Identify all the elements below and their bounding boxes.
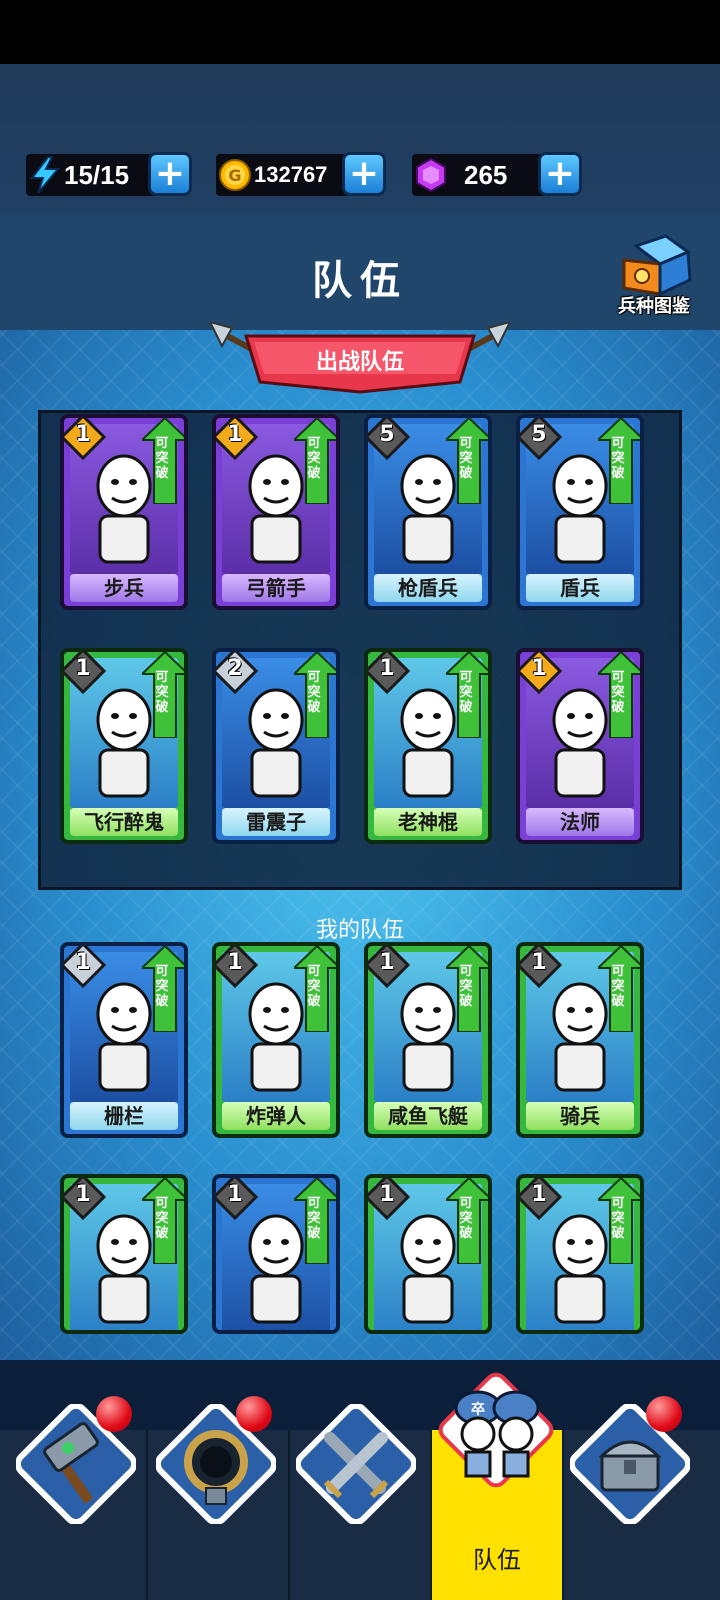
level-number: 1 xyxy=(531,656,547,681)
upgrade-tag: 可突破 xyxy=(459,436,473,481)
upgrade-tag: 可突破 xyxy=(307,670,321,715)
level-number: 2 xyxy=(227,656,243,681)
upgrade-tag: 可突破 xyxy=(307,436,321,481)
unit-card[interactable]: 可突破 1 骑兵 xyxy=(516,942,644,1138)
upgrade-tag: 可突破 xyxy=(459,964,473,1009)
level-number: 5 xyxy=(379,422,395,447)
nav-label-team: 队伍 xyxy=(473,1546,521,1574)
level-number: 5 xyxy=(531,422,547,447)
upgrade-tag: 可突破 xyxy=(459,1196,473,1241)
unit-card[interactable]: 可突破 5 枪盾兵 xyxy=(364,414,492,610)
nav-divider xyxy=(562,1430,564,1600)
nav-item-battle[interactable] xyxy=(294,1402,418,1526)
upgrade-tag: 可突破 xyxy=(155,964,169,1009)
unit-card[interactable]: 可突破 2 雷震子 xyxy=(212,648,340,844)
unit-card[interactable]: 可突破 1 老神棍 xyxy=(364,648,492,844)
notification-dot xyxy=(96,1396,132,1432)
unit-name: 老神棍 xyxy=(374,808,482,836)
unit-name: 咸鱼飞艇 xyxy=(374,1102,482,1130)
battle-team-title: 出战队伍 xyxy=(315,350,404,375)
unit-name: 步兵 xyxy=(70,574,178,602)
svg-text:卒: 卒 xyxy=(471,1401,485,1418)
upgrade-tag: 可突破 xyxy=(459,670,473,715)
upgrade-tag: 可突破 xyxy=(307,964,321,1009)
level-number: 1 xyxy=(75,1182,91,1207)
upgrade-tag: 可突破 xyxy=(155,670,169,715)
add-gems-button[interactable]: + xyxy=(538,152,582,196)
upgrade-tag: 可突破 xyxy=(155,436,169,481)
level-number: 1 xyxy=(379,1182,395,1207)
upgrade-tag: 可突破 xyxy=(307,1196,321,1241)
unit-card[interactable]: 可突破 5 盾兵 xyxy=(516,414,644,610)
nav-divider xyxy=(288,1430,290,1600)
battle-team-banner: 出战队伍 xyxy=(210,322,510,406)
unit-card[interactable]: 可突破 1 xyxy=(364,1174,492,1334)
unit-name: 枪盾兵 xyxy=(374,574,482,602)
unit-name: 炸弹人 xyxy=(222,1102,330,1130)
level-number: 1 xyxy=(227,422,243,447)
upgrade-tag: 可突破 xyxy=(611,964,625,1009)
nav-divider xyxy=(146,1430,148,1600)
lightning-icon xyxy=(26,156,64,194)
unit-card[interactable]: 可突破 1 法师 xyxy=(516,648,644,844)
status-bar xyxy=(0,0,720,64)
add-energy-button[interactable]: + xyxy=(148,152,192,196)
coin-counter: G 132767 + xyxy=(216,152,386,196)
my-team-title: 我的队伍 xyxy=(315,918,404,943)
add-coins-button[interactable]: + xyxy=(342,152,386,196)
gold-coin-icon: G xyxy=(216,156,254,194)
unit-card[interactable]: 可突破 1 飞行醉鬼 xyxy=(60,648,188,844)
upgrade-tag: 可突破 xyxy=(611,1196,625,1241)
purple-gem-icon xyxy=(412,156,450,194)
unit-name: 盾兵 xyxy=(526,574,634,602)
nav-item-team[interactable]: 卒 xyxy=(436,1370,556,1490)
unit-name: 栅栏 xyxy=(70,1102,178,1130)
level-number: 1 xyxy=(75,422,91,447)
unit-name: 雷震子 xyxy=(222,808,330,836)
unit-card[interactable]: 可突破 1 栅栏 xyxy=(60,942,188,1138)
unit-name: 飞行醉鬼 xyxy=(70,808,178,836)
unit-name: 弓箭手 xyxy=(222,574,330,602)
level-number: 1 xyxy=(227,950,243,975)
unit-card[interactable]: 可突破 1 xyxy=(212,1174,340,1334)
level-number: 1 xyxy=(227,1182,243,1207)
upgrade-tag: 可突破 xyxy=(611,670,625,715)
level-number: 1 xyxy=(75,656,91,681)
upgrade-tag: 可突破 xyxy=(155,1196,169,1241)
unit-card[interactable]: 可突破 1 炸弹人 xyxy=(212,942,340,1138)
gem-counter: 265 + xyxy=(412,152,582,196)
unit-card[interactable]: 可突破 1 弓箭手 xyxy=(212,414,340,610)
unit-card[interactable]: 可突破 1 咸鱼飞艇 xyxy=(364,942,492,1138)
crossed-swords-icon xyxy=(294,1402,418,1526)
level-number: 1 xyxy=(379,950,395,975)
notification-dot xyxy=(646,1396,682,1432)
notification-dot xyxy=(236,1396,272,1432)
level-number: 1 xyxy=(75,950,91,975)
unit-name: 骑兵 xyxy=(526,1102,634,1130)
level-number: 1 xyxy=(379,656,395,681)
energy-counter: 15/15 + xyxy=(26,152,192,196)
svg-text:G: G xyxy=(228,166,241,185)
level-number: 1 xyxy=(531,1182,547,1207)
unit-codex-button[interactable]: 兵种图鉴 xyxy=(606,232,702,322)
unit-card[interactable]: 可突破 1 xyxy=(516,1174,644,1334)
level-number: 1 xyxy=(531,950,547,975)
unit-name: 法师 xyxy=(526,808,634,836)
unit-card[interactable]: 可突破 1 xyxy=(60,1174,188,1334)
soldiers-icon: 卒 xyxy=(438,1372,554,1488)
upgrade-tag: 可突破 xyxy=(611,436,625,481)
unit-card[interactable]: 可突破 1 步兵 xyxy=(60,414,188,610)
